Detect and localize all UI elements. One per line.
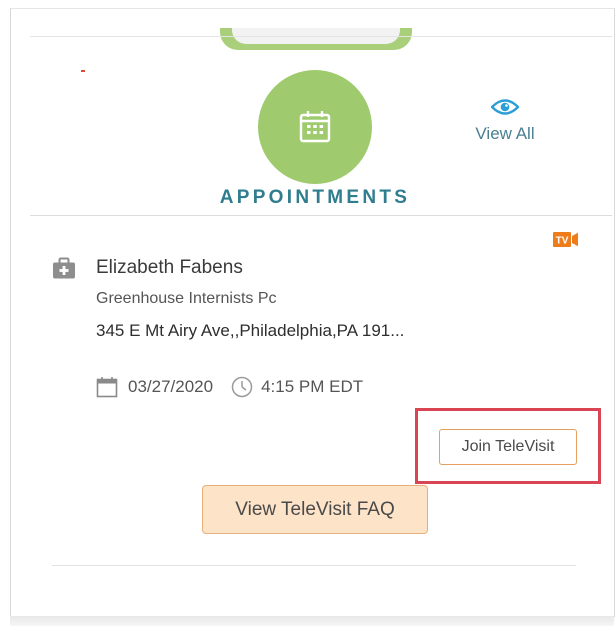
- join-televisit-button[interactable]: Join TeleVisit: [439, 429, 577, 465]
- top-divider: [30, 36, 612, 37]
- clock-icon: [231, 376, 253, 398]
- view-televisit-faq-button[interactable]: View TeleVisit FAQ: [202, 485, 428, 534]
- eye-icon: [491, 99, 519, 115]
- appointments-icon-circle[interactable]: [258, 70, 372, 184]
- medical-bag-icon: [53, 257, 75, 279]
- provider-name: Elizabeth Fabens: [96, 257, 243, 278]
- practice-address: 345 E Mt Airy Ave,,Philadelphia,PA 191..…: [96, 321, 405, 340]
- bottom-divider: [52, 565, 576, 566]
- appointment-time: 4:15 PM EDT: [261, 377, 364, 396]
- calendar-icon: [299, 111, 331, 143]
- tv-badge-label: TV: [556, 236, 569, 247]
- calendar-small-icon: [96, 377, 118, 398]
- practice-name: Greenhouse Internists Pc: [96, 290, 277, 307]
- card-bottom-shadow: [10, 616, 614, 626]
- appointment-datetime: 03/27/2020 4:15 PM EDT: [96, 376, 363, 398]
- tv-video-icon: TV: [553, 232, 578, 247]
- red-mark: [81, 70, 85, 72]
- appointment-date: 03/27/2020: [128, 377, 214, 396]
- section-divider: [30, 215, 612, 216]
- view-all-label: View All: [475, 124, 535, 143]
- view-all-link[interactable]: View All: [460, 98, 550, 144]
- section-title: APPOINTMENTS: [219, 187, 411, 208]
